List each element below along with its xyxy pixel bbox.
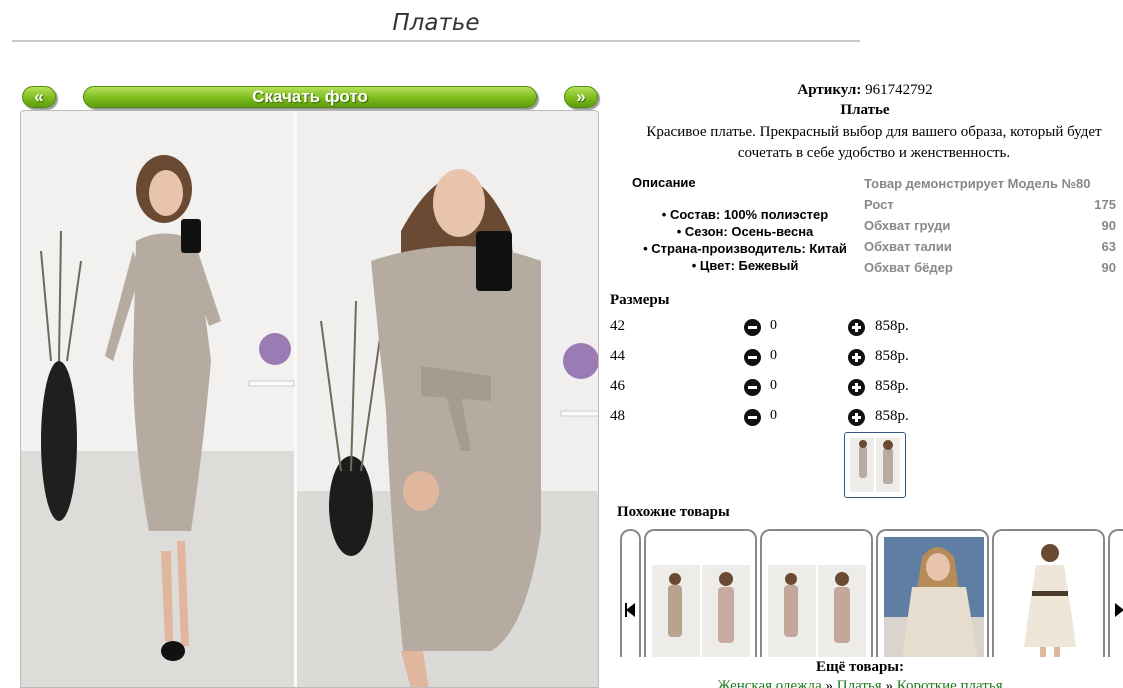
product-main-photo[interactable] <box>20 110 599 688</box>
model-title: Товар демонстрирует Модель №80 <box>864 176 1091 191</box>
next-photo-button[interactable]: » <box>564 86 598 108</box>
crumb-separator: » <box>825 678 834 688</box>
minus-icon[interactable] <box>744 379 761 396</box>
similar-card[interactable] <box>644 529 757 657</box>
size-label: 42 <box>610 318 625 334</box>
size-price: 858р. <box>875 378 909 394</box>
size-label: 48 <box>610 408 625 424</box>
article-value: 961742792 <box>865 82 933 98</box>
slider-prev-icon[interactable] <box>620 529 641 657</box>
similar-card[interactable] <box>760 529 873 657</box>
size-row: 44 0 858р. <box>610 348 930 368</box>
product-description: Красивое платье. Прекрасный выбор для ва… <box>646 124 1102 161</box>
details-item: Состав: 100% полиэстер <box>620 206 870 223</box>
details-item: Сезон: Осень-весна <box>620 223 870 240</box>
product-name: Платье <box>840 102 890 118</box>
size-price: 858р. <box>875 408 909 424</box>
similar-card[interactable] <box>876 529 989 657</box>
details-heading: Описание <box>632 175 696 190</box>
plus-icon[interactable] <box>848 319 865 336</box>
plus-icon[interactable] <box>848 379 865 396</box>
crumb-link[interactable]: Платья <box>837 678 882 688</box>
article-label: Артикул: <box>797 82 862 98</box>
prev-photo-button[interactable]: « <box>22 86 56 108</box>
crumb-separator: » <box>885 678 893 688</box>
size-quantity: 0 <box>770 318 777 333</box>
plus-icon[interactable] <box>848 349 865 366</box>
similar-card[interactable] <box>992 529 1105 657</box>
model-row: Обхват груди 90 <box>864 218 1116 233</box>
size-row: 42 0 858р. <box>610 318 930 338</box>
slider-next-icon[interactable] <box>1108 529 1123 657</box>
article-line: Артикул: 961742792 <box>610 82 1120 99</box>
minus-icon[interactable] <box>744 409 761 426</box>
sizes-heading: Размеры <box>610 292 670 308</box>
model-row: Обхват талии 63 <box>864 239 1116 254</box>
download-photo-button[interactable]: Скачать фото <box>83 86 537 108</box>
size-price: 858р. <box>875 348 909 364</box>
details-item: Страна-производитель: Китай <box>620 240 870 257</box>
size-quantity: 0 <box>770 348 777 363</box>
size-quantity: 0 <box>770 378 777 393</box>
size-price: 858р. <box>875 318 909 334</box>
size-quantity: 0 <box>770 408 777 423</box>
model-row: Рост 175 <box>864 197 1116 212</box>
plus-icon[interactable] <box>848 409 865 426</box>
model-row: Обхват бёдер 90 <box>864 260 1116 275</box>
crumb-link[interactable]: Короткие платья <box>897 678 1003 688</box>
page-title: Платье <box>392 10 480 36</box>
similar-heading: Похожие товары <box>617 504 730 520</box>
minus-icon[interactable] <box>744 319 761 336</box>
minus-icon[interactable] <box>744 349 761 366</box>
size-label: 46 <box>610 378 625 394</box>
size-row: 46 0 858р. <box>610 378 930 398</box>
size-row: 48 0 858р. <box>610 408 930 428</box>
title-divider <box>12 40 860 42</box>
details-list: Состав: 100% полиэстер Сезон: Осень-весн… <box>620 206 870 274</box>
more-heading: Ещё товары: <box>815 659 905 675</box>
breadcrumb: Женская одежда » Платья » Короткие плать… <box>610 678 1110 688</box>
product-thumbnail[interactable] <box>844 432 906 498</box>
model-measurements: Товар демонстрирует Модель №80 Рост 175 О… <box>864 173 1116 278</box>
crumb-link[interactable]: Женская одежда <box>717 678 821 688</box>
details-item: Цвет: Бежевый <box>620 257 870 274</box>
size-label: 44 <box>610 348 625 364</box>
